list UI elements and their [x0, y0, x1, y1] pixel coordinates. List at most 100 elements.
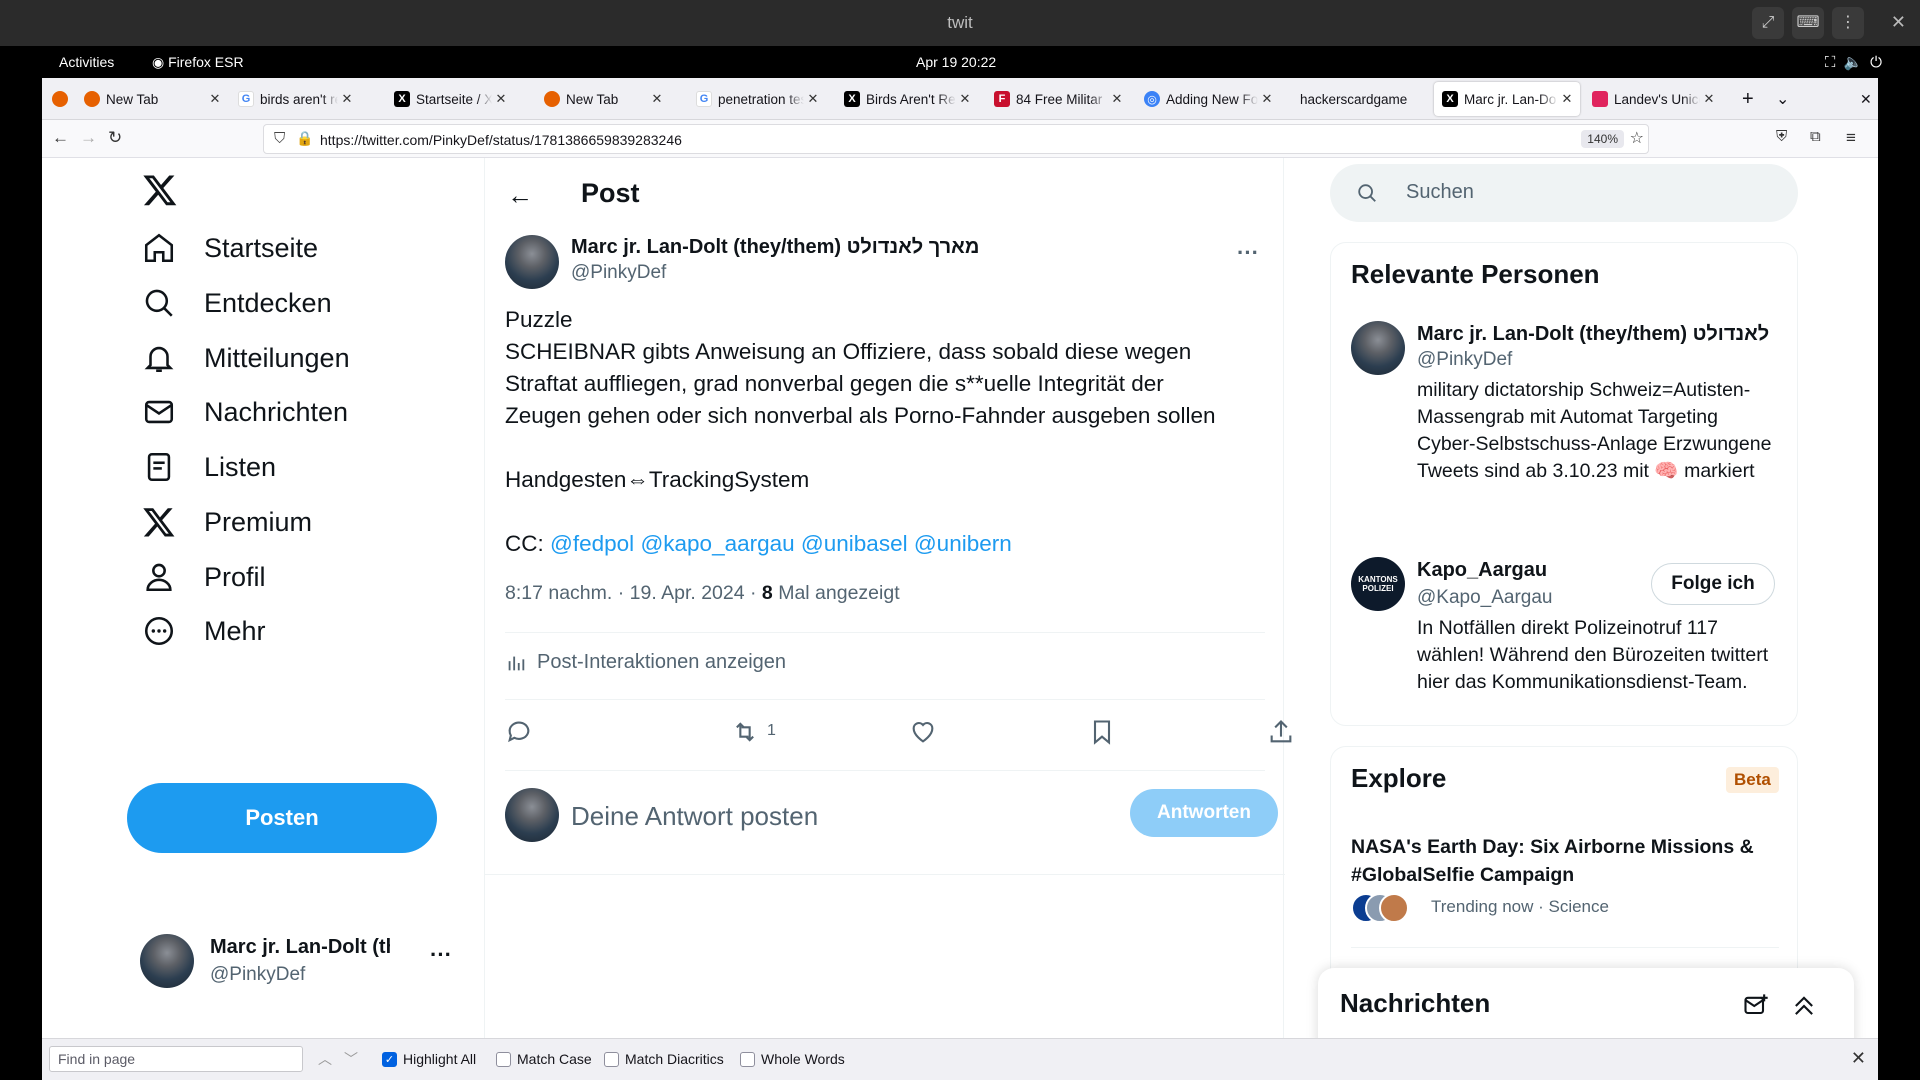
- sidebar-item-notifications[interactable]: Mitteilungen: [142, 333, 350, 383]
- close-tab-icon[interactable]: ✕: [1700, 91, 1718, 107]
- app-menu[interactable]: ◉ Firefox ESR: [152, 54, 244, 71]
- account-switcher[interactable]: Marc jr. Lan-Dolt (the @PinkyDef ···: [140, 934, 470, 994]
- firefox-view-button[interactable]: [44, 82, 72, 116]
- post-interactions-link[interactable]: Post-Interaktionen anzeigen: [505, 651, 786, 674]
- sidebar-item-label: Premium: [204, 506, 313, 537]
- url-text[interactable]: https://twitter.com/PinkyDef/status/1781…: [320, 132, 682, 148]
- close-icon[interactable]: ✕: [1891, 12, 1906, 33]
- tab-label: Adding New Fo: [1166, 91, 1258, 107]
- close-tab-icon[interactable]: ✕: [492, 91, 510, 107]
- kebab-menu-icon[interactable]: ⋮: [1832, 7, 1864, 39]
- more-icon[interactable]: ···: [1237, 240, 1259, 266]
- reload-icon[interactable]: ↻: [108, 128, 122, 148]
- author-name[interactable]: Marc jr. Lan-Dolt (they/them) מארך לאנדו…: [571, 236, 979, 259]
- close-find-bar-icon[interactable]: ✕: [1851, 1048, 1866, 1069]
- close-tab-icon[interactable]: ✕: [206, 91, 224, 107]
- activities-button[interactable]: Activities: [59, 54, 114, 70]
- tab-3[interactable]: New Tab ✕: [536, 82, 670, 116]
- tab-4[interactable]: Gpenetration tes ✕: [688, 82, 826, 116]
- sidebar-item-lists[interactable]: Listen: [142, 442, 276, 492]
- mention-link[interactable]: @unibasel: [801, 531, 908, 556]
- close-window-icon[interactable]: ✕: [1852, 82, 1878, 116]
- person-name: Kapo_Aargau: [1417, 559, 1548, 581]
- sidebar-item-home[interactable]: Startseite: [142, 223, 318, 273]
- tab-0[interactable]: New Tab ✕: [76, 82, 228, 116]
- like-icon[interactable]: [909, 718, 939, 748]
- zoom-indicator[interactable]: 140%: [1581, 130, 1624, 148]
- follow-button[interactable]: Folge ich: [1651, 563, 1775, 605]
- tab-9-active[interactable]: X Marc jr. Lan-Do ✕: [1434, 82, 1580, 116]
- url-bar[interactable]: ⛉ 🔒 https://twitter.com/PinkyDef/status/…: [263, 124, 1649, 154]
- bookmark-star-icon[interactable]: ☆: [1630, 128, 1644, 148]
- sidebar-item-profile[interactable]: Profil: [142, 552, 266, 602]
- close-tab-icon[interactable]: ✕: [956, 91, 974, 107]
- mention-link[interactable]: @unibern: [914, 531, 1012, 556]
- sidebar-item-messages[interactable]: Nachrichten: [142, 387, 348, 437]
- close-tab-icon[interactable]: ✕: [1258, 91, 1276, 107]
- match-diacritics-checkbox[interactable]: Match Diacritics: [604, 1051, 724, 1067]
- timestamp[interactable]: 8:17 nachm. · 19. Apr. 2024 ·: [505, 582, 762, 604]
- messages-drawer[interactable]: Nachrichten: [1318, 968, 1854, 1038]
- power-icon: ⏻: [1870, 54, 1890, 71]
- post-line: Puzzle: [505, 307, 573, 332]
- post-button[interactable]: Posten: [127, 783, 437, 853]
- hamburger-menu-icon[interactable]: ≡: [1846, 128, 1856, 148]
- sidebar-item-premium[interactable]: Premium: [142, 497, 312, 547]
- close-tab-icon[interactable]: ✕: [648, 91, 666, 107]
- sidebar-item-label: Mitteilungen: [204, 342, 350, 373]
- list-all-tabs-icon[interactable]: ⌄: [1770, 82, 1800, 116]
- tab-5[interactable]: X Birds Aren't Re ✕: [836, 82, 978, 116]
- shield-icon[interactable]: ⛉: [274, 130, 285, 147]
- back-arrow-icon[interactable]: ←: [507, 180, 533, 211]
- clock[interactable]: Apr 19 20:22: [916, 54, 996, 70]
- reply-button[interactable]: Antworten: [1130, 789, 1278, 837]
- back-icon[interactable]: ←: [52, 128, 69, 148]
- tab-7[interactable]: ◎ Adding New Fo ✕: [1136, 82, 1280, 116]
- avatar: [140, 934, 194, 988]
- lock-icon[interactable]: 🔒: [296, 130, 313, 147]
- tab-1[interactable]: Gbirds aren't rea✕: [230, 82, 360, 116]
- reply-icon[interactable]: [505, 718, 535, 748]
- tab-label: Marc jr. Lan-Do: [1464, 91, 1557, 107]
- tab-10[interactable]: Landev's Unico ✕: [1584, 82, 1722, 116]
- close-tab-icon[interactable]: ✕: [1108, 91, 1126, 107]
- sidebar-item-more[interactable]: Mehr: [142, 606, 266, 656]
- x-logo-icon[interactable]: [142, 172, 178, 208]
- close-tab-icon[interactable]: ✕: [804, 91, 822, 107]
- trend-title[interactable]: NASA's Earth Day: Six Airborne Missions …: [1351, 833, 1781, 889]
- close-tab-icon[interactable]: ✕: [1558, 91, 1576, 107]
- keyboard-icon[interactable]: ⌨: [1792, 7, 1824, 39]
- fullscreen-icon[interactable]: ⤢: [1752, 7, 1784, 39]
- pocket-icon[interactable]: ⛨: [1776, 128, 1787, 145]
- reply-input[interactable]: Deine Antwort posten: [571, 801, 818, 832]
- search-box[interactable]: Suchen: [1330, 164, 1798, 222]
- gnome-topbar: Activities ◉ Firefox ESR Apr 19 20:22 ⛶🔈…: [0, 46, 1920, 78]
- new-message-icon[interactable]: [1742, 992, 1770, 1020]
- mention-link[interactable]: @fedpol: [550, 531, 634, 556]
- retweet-icon[interactable]: [731, 718, 761, 748]
- find-bar: Find in page ︿﹀ ✓ Highlight All Match Cas…: [42, 1038, 1878, 1080]
- close-tab-icon[interactable]: ✕: [338, 91, 356, 107]
- sidebar-item-label: Profil: [204, 561, 266, 592]
- tab-2[interactable]: X Startseite / X ✕: [386, 82, 514, 116]
- system-tray[interactable]: ⛶🔈⏻: [1825, 53, 1890, 71]
- checkbox-box: [740, 1051, 755, 1067]
- search-input[interactable]: Suchen: [1406, 181, 1474, 204]
- author-avatar[interactable]: [505, 235, 559, 289]
- whole-words-checkbox[interactable]: Whole Words: [740, 1051, 845, 1067]
- tab-6[interactable]: F 84 Free Militar ✕: [986, 82, 1130, 116]
- expand-icon[interactable]: [1790, 992, 1818, 1020]
- bookmark-icon[interactable]: [1088, 718, 1118, 748]
- match-case-checkbox[interactable]: Match Case: [496, 1051, 592, 1067]
- extensions-icon[interactable]: ⧉: [1810, 128, 1821, 145]
- sidebar-item-explore[interactable]: Entdecken: [142, 278, 332, 328]
- new-tab-button[interactable]: +: [1736, 82, 1766, 116]
- find-nav-arrows[interactable]: ︿﹀: [318, 1049, 370, 1069]
- find-input[interactable]: Find in page: [49, 1046, 303, 1072]
- mention-link[interactable]: @kapo_aargau: [640, 531, 794, 556]
- forward-icon[interactable]: →: [80, 128, 97, 148]
- author-handle[interactable]: @PinkyDef: [571, 262, 666, 284]
- more-icon[interactable]: ···: [430, 942, 452, 968]
- avatar: [1379, 893, 1409, 923]
- highlight-all-checkbox[interactable]: ✓ Highlight All: [382, 1051, 476, 1067]
